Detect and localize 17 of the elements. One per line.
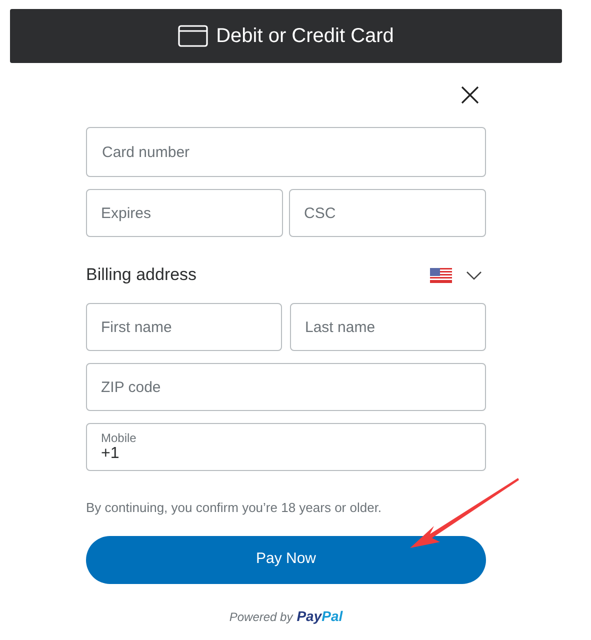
- paypal-logo: PayPal: [296, 606, 343, 626]
- input-field[interactable]: ZIP code: [86, 363, 486, 411]
- card-icon: [178, 25, 208, 47]
- age-notice: By continuing, you confirm you’re 18 years or older.: [86, 499, 383, 517]
- input-field[interactable]: CSC: [289, 189, 486, 237]
- input-field[interactable]: First name: [86, 303, 282, 351]
- powered-by-text: Powered by: [229, 608, 293, 626]
- input-field[interactable]: Last name: [290, 303, 486, 351]
- section-title: Billing address: [86, 264, 197, 286]
- flag-icon: [430, 268, 452, 282]
- pay-now-button[interactable]: Pay Now: [86, 536, 486, 584]
- header-title: Debit or Credit Card: [216, 24, 394, 49]
- mobile-field[interactable]: Mobile +1: [86, 423, 486, 471]
- input-field[interactable]: Expires: [86, 189, 283, 237]
- chevron-down-icon: [466, 270, 482, 280]
- input-field[interactable]: Card number: [86, 127, 486, 177]
- close-icon[interactable]: [460, 85, 480, 105]
